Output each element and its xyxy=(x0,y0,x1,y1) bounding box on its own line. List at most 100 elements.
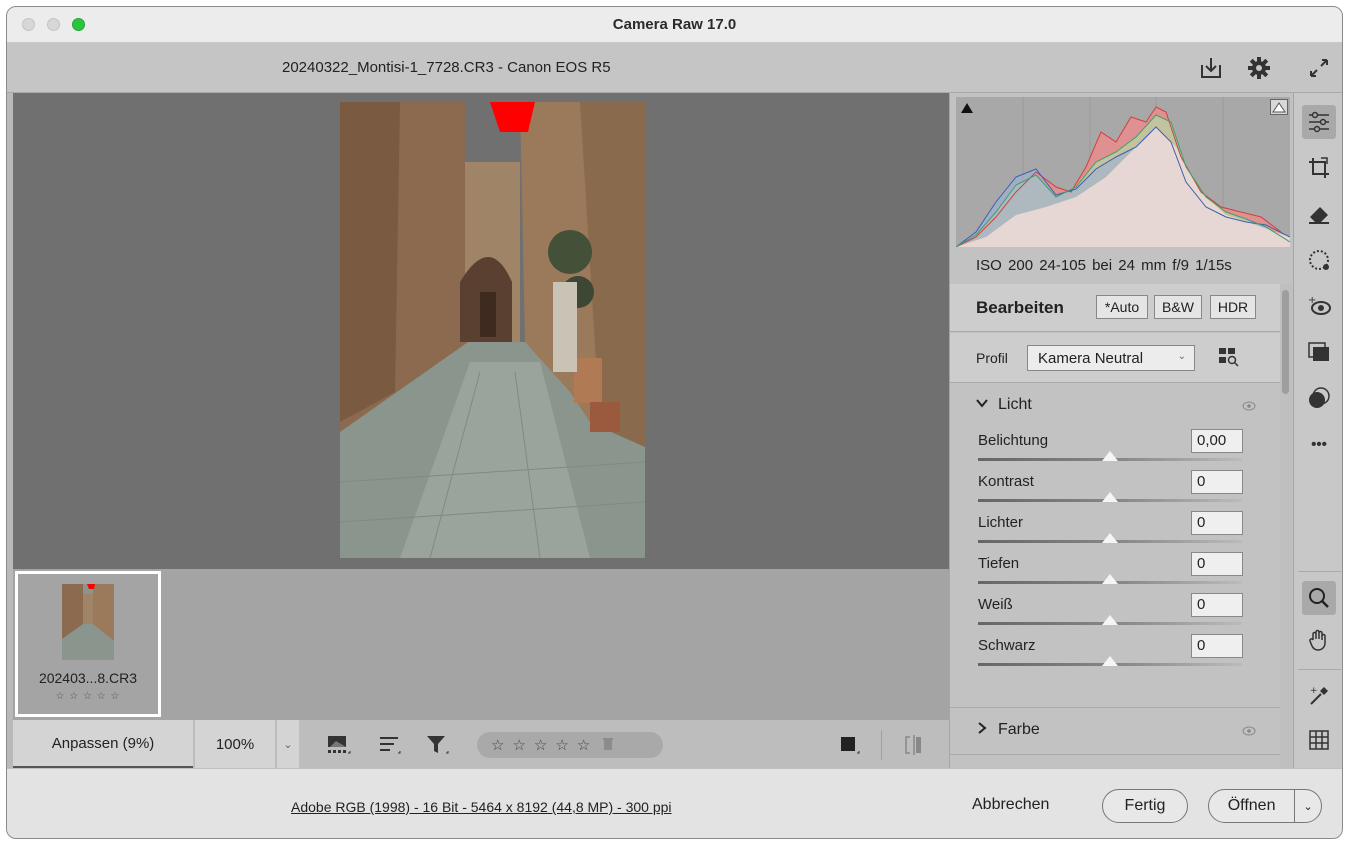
photo-preview xyxy=(340,102,645,558)
hdr-button[interactable]: HDR xyxy=(1210,295,1256,319)
sort-icon[interactable] xyxy=(375,732,405,758)
slider-thumb[interactable] xyxy=(1102,615,1118,625)
slider-value-input[interactable]: 0 xyxy=(1191,511,1243,535)
histogram xyxy=(956,97,1290,247)
camera-raw-window: Camera Raw 17.0 20240322_Montisi-1_7728.… xyxy=(6,6,1343,839)
fullscreen-icon[interactable] xyxy=(1304,53,1334,83)
light-section-header[interactable]: Licht xyxy=(950,384,1280,424)
color-section-header[interactable]: Farbe xyxy=(950,707,1280,755)
rating-filter[interactable]: ☆ ☆ ☆ ☆ ☆ xyxy=(477,732,663,758)
zoom-100-button[interactable]: 100% xyxy=(195,720,275,768)
title-bar: Camera Raw 17.0 xyxy=(7,7,1342,43)
color-section-title: Farbe xyxy=(998,721,1040,738)
eye-icon[interactable] xyxy=(1242,398,1256,416)
highlight-clipping-icon[interactable] xyxy=(1270,99,1288,115)
slider-label: Schwarz xyxy=(978,637,1036,654)
slider-exposure[interactable]: Belichtung 0,00 xyxy=(950,424,1280,465)
zoom-dropdown-chevron[interactable]: ⌄ xyxy=(277,720,299,768)
window-title: Camera Raw 17.0 xyxy=(612,16,737,33)
red-eye-icon[interactable]: + xyxy=(1302,289,1336,323)
rating-star-3[interactable]: ☆ xyxy=(534,736,547,754)
edit-sliders-icon[interactable] xyxy=(1302,105,1336,139)
tool-rail: + ••• + xyxy=(1293,93,1342,768)
profile-browser-icon[interactable] xyxy=(1218,347,1240,372)
image-preview[interactable] xyxy=(13,93,949,569)
bw-button[interactable]: B&W xyxy=(1154,295,1202,319)
slider-shadows[interactable]: Tiefen 0 xyxy=(950,547,1280,588)
open-button-label[interactable]: Öffnen xyxy=(1209,797,1294,815)
zoom-icon[interactable] xyxy=(1302,581,1336,615)
slider-contrast[interactable]: Kontrast 0 xyxy=(950,465,1280,506)
gear-icon[interactable] xyxy=(1244,53,1274,83)
save-download-icon[interactable] xyxy=(1196,53,1226,83)
file-title: 20240322_Montisi-1_7728.CR3 - Canon EOS … xyxy=(282,59,611,76)
filmstrip: 202403...8.CR3 ☆ ☆ ☆ ☆ ☆ xyxy=(13,569,949,719)
edit-panel: ISO 200 24-105 bei 24 mm f/9 1/15s Bearb… xyxy=(949,93,1293,768)
open-options-chevron[interactable]: ⌄ xyxy=(1294,790,1321,822)
rail-divider xyxy=(1298,571,1341,572)
eye-icon[interactable] xyxy=(1242,723,1256,741)
slider-label: Weiß xyxy=(978,596,1013,613)
rating-star-2[interactable]: ☆ xyxy=(512,736,525,754)
done-button[interactable]: Fertig xyxy=(1102,789,1188,823)
rating-star-4[interactable]: ☆ xyxy=(555,736,568,754)
slider-value-input[interactable]: 0,00 xyxy=(1191,429,1243,453)
bottom-toolbar: Anpassen (9%) 100% ⌄ ☆ ☆ ☆ ☆ ☆ xyxy=(13,719,949,768)
profile-row: Profil Kamera Neutral ⌄ xyxy=(950,333,1280,383)
profile-label: Profil xyxy=(976,350,1008,366)
shadow-clipping-icon[interactable] xyxy=(960,101,974,119)
slider-label: Lichter xyxy=(978,514,1024,531)
rating-star-1[interactable]: ☆ xyxy=(491,736,504,754)
thumbnail-rating[interactable]: ☆ ☆ ☆ ☆ ☆ xyxy=(18,691,158,702)
eraser-icon[interactable] xyxy=(1302,197,1336,231)
color-sampler-icon[interactable]: + xyxy=(1302,679,1336,713)
slider-value-input[interactable]: 0 xyxy=(1191,593,1243,617)
slider-value-input[interactable]: 0 xyxy=(1191,470,1243,494)
slider-thumb[interactable] xyxy=(1102,492,1118,502)
toolbar-divider xyxy=(881,730,882,760)
grid-icon[interactable] xyxy=(1302,723,1336,757)
presets-icon[interactable] xyxy=(1302,335,1336,369)
auto-button[interactable]: *Auto xyxy=(1096,295,1148,319)
slider-blacks[interactable]: Schwarz 0 xyxy=(950,629,1280,670)
scrollbar-thumb[interactable] xyxy=(1282,290,1289,394)
trash-icon[interactable] xyxy=(602,737,614,754)
masking-icon[interactable] xyxy=(1302,243,1336,277)
panel-scrollbar[interactable] xyxy=(1280,284,1292,768)
rail-divider xyxy=(1298,669,1341,670)
filmstrip-view-icon[interactable] xyxy=(323,732,353,758)
rating-star-5[interactable]: ☆ xyxy=(577,736,590,754)
slider-label: Tiefen xyxy=(978,555,1020,572)
before-after-icon[interactable] xyxy=(899,732,929,758)
cancel-button[interactable]: Abbrechen xyxy=(972,796,1049,814)
slider-thumb[interactable] xyxy=(1102,574,1118,584)
slider-label: Kontrast xyxy=(978,473,1034,490)
chevron-right-icon xyxy=(977,721,987,737)
crop-icon[interactable] xyxy=(1302,151,1336,185)
workflow-options-link[interactable]: Adobe RGB (1998) - 16 Bit - 5464 x 8192 … xyxy=(291,799,672,815)
hand-icon[interactable] xyxy=(1302,623,1336,657)
fit-zoom-button[interactable]: Anpassen (9%) xyxy=(13,720,193,768)
slider-whites[interactable]: Weiß 0 xyxy=(950,588,1280,629)
exif-info: ISO 200 24-105 bei 24 mm f/9 1/15s xyxy=(976,257,1232,274)
slider-thumb[interactable] xyxy=(1102,451,1118,461)
file-header-bar: 20240322_Montisi-1_7728.CR3 - Canon EOS … xyxy=(7,43,1342,93)
slider-label: Belichtung xyxy=(978,432,1049,449)
snapshots-icon[interactable] xyxy=(1302,381,1336,415)
svg-text:+: + xyxy=(1310,686,1318,696)
light-section-title: Licht xyxy=(998,396,1032,413)
slider-highlights[interactable]: Lichter 0 xyxy=(950,506,1280,547)
edit-title: Bearbeiten xyxy=(976,298,1064,317)
slider-thumb[interactable] xyxy=(1102,656,1118,666)
slider-value-input[interactable]: 0 xyxy=(1191,552,1243,576)
more-icon[interactable]: ••• xyxy=(1302,427,1336,461)
slider-thumb[interactable] xyxy=(1102,533,1118,543)
profile-select[interactable]: Kamera Neutral ⌄ xyxy=(1027,345,1195,371)
slider-value-input[interactable]: 0 xyxy=(1191,634,1243,658)
filmstrip-thumbnail[interactable]: 202403...8.CR3 ☆ ☆ ☆ ☆ ☆ xyxy=(15,571,161,717)
open-button[interactable]: Öffnen ⌄ xyxy=(1208,789,1322,823)
filter-icon[interactable] xyxy=(423,732,453,758)
color-label-icon[interactable] xyxy=(835,732,865,758)
thumbnail-filename: 202403...8.CR3 xyxy=(38,670,138,686)
chevron-down-icon xyxy=(976,397,988,411)
